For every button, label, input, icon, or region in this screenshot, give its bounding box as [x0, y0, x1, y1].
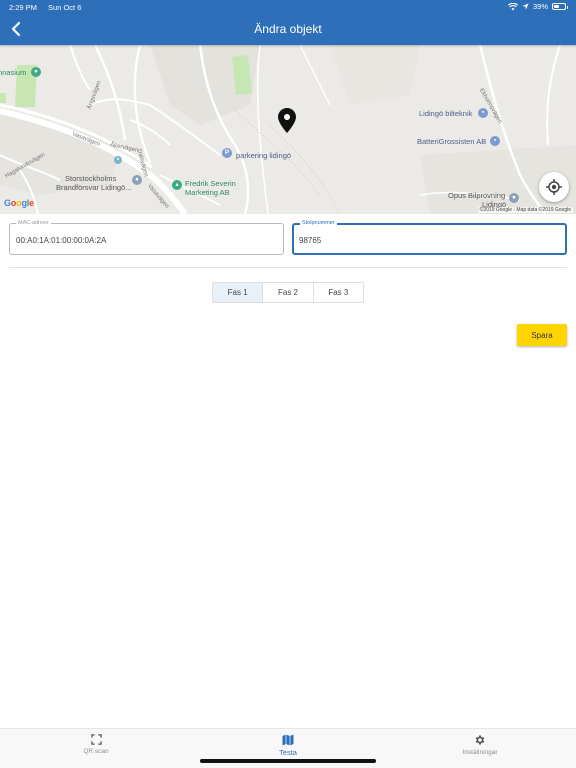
navigation-bar: Ändra objekt	[0, 14, 576, 45]
tab-label: Inställningar	[462, 749, 498, 756]
battery-icon	[552, 3, 568, 10]
status-date: Sun Oct 6	[48, 3, 82, 12]
map-label-lidingo-bilteknik: Lidingö bilteknik	[419, 109, 473, 118]
map-attribution: ©2019 Google - Map data ©2019 Google	[477, 207, 573, 213]
battery-percentage: 39%	[532, 2, 548, 11]
poi-shop-icon: ▪	[490, 136, 500, 146]
poi-building-icon: ●	[509, 193, 519, 203]
tab-testa[interactable]: Testa	[248, 734, 328, 757]
save-button[interactable]: Spara	[517, 324, 567, 346]
map-view[interactable]: ● nnasium ▪ Lidingö bilteknik ▪ BatteriG…	[0, 45, 576, 214]
status-bar: 2:29 PM Sun Oct 6 39%	[0, 0, 576, 14]
mac-address-label: MAC-adress	[16, 220, 51, 227]
wifi-icon	[507, 2, 518, 11]
divider	[9, 267, 567, 268]
map-pin-icon	[278, 108, 296, 133]
poi-school-icon: ●	[31, 67, 41, 77]
crosshair-icon	[546, 179, 562, 195]
page-title: Ändra objekt	[254, 22, 322, 36]
parking-icon: P	[222, 148, 232, 158]
tab-label: Testa	[279, 748, 297, 757]
map-label-fredrik-severin-2: Marketing AB	[185, 188, 230, 197]
tab-installningar[interactable]: Inställningar	[440, 734, 520, 756]
map-icon	[282, 734, 294, 746]
phase-segment-2[interactable]: Fas 2	[262, 283, 312, 302]
gear-icon	[475, 735, 485, 745]
phase-selector: Fas 1 Fas 2 Fas 3	[212, 282, 364, 303]
mac-address-input[interactable]	[16, 234, 276, 246]
tab-label: QR scan	[83, 748, 109, 755]
my-location-button[interactable]	[539, 172, 569, 202]
qr-scan-icon	[90, 734, 102, 745]
google-logo: Google	[4, 198, 34, 208]
map-pin-marker[interactable]	[278, 108, 296, 133]
mac-address-field[interactable]: MAC-adress	[9, 220, 284, 255]
map-label-storstockholms-1: Storstockholms	[65, 174, 117, 183]
map-label-parkering: parkering lidingö	[236, 151, 292, 160]
poi-shopping-icon: ▴	[172, 180, 182, 190]
map-label-gymnasium: nnasium	[0, 68, 27, 77]
tab-qr-scan[interactable]: QR scan	[56, 734, 136, 755]
map-label-opus-1: Opus Bilprovning	[448, 191, 506, 200]
map-label-fredrik-severin-1: Fredrik Severin	[185, 179, 236, 188]
stolpnummer-input[interactable]	[299, 234, 559, 246]
map-label-storstockholms-2: Brandförsvar Lidingö...	[56, 183, 132, 192]
map-label-batterigrossisten: BatteriGrossisten AB	[417, 137, 487, 146]
stolpnummer-label: Stolpnummer	[300, 220, 337, 227]
stolpnummer-field[interactable]: Stolpnummer	[292, 220, 567, 255]
phase-segment-3[interactable]: Fas 3	[312, 283, 363, 302]
phase-segment-1[interactable]: Fas 1	[213, 283, 263, 302]
transit-icon: ▪	[114, 156, 122, 164]
home-indicator	[200, 759, 376, 763]
status-time: 2:29 PM	[9, 3, 37, 12]
location-arrow-icon	[522, 3, 529, 10]
